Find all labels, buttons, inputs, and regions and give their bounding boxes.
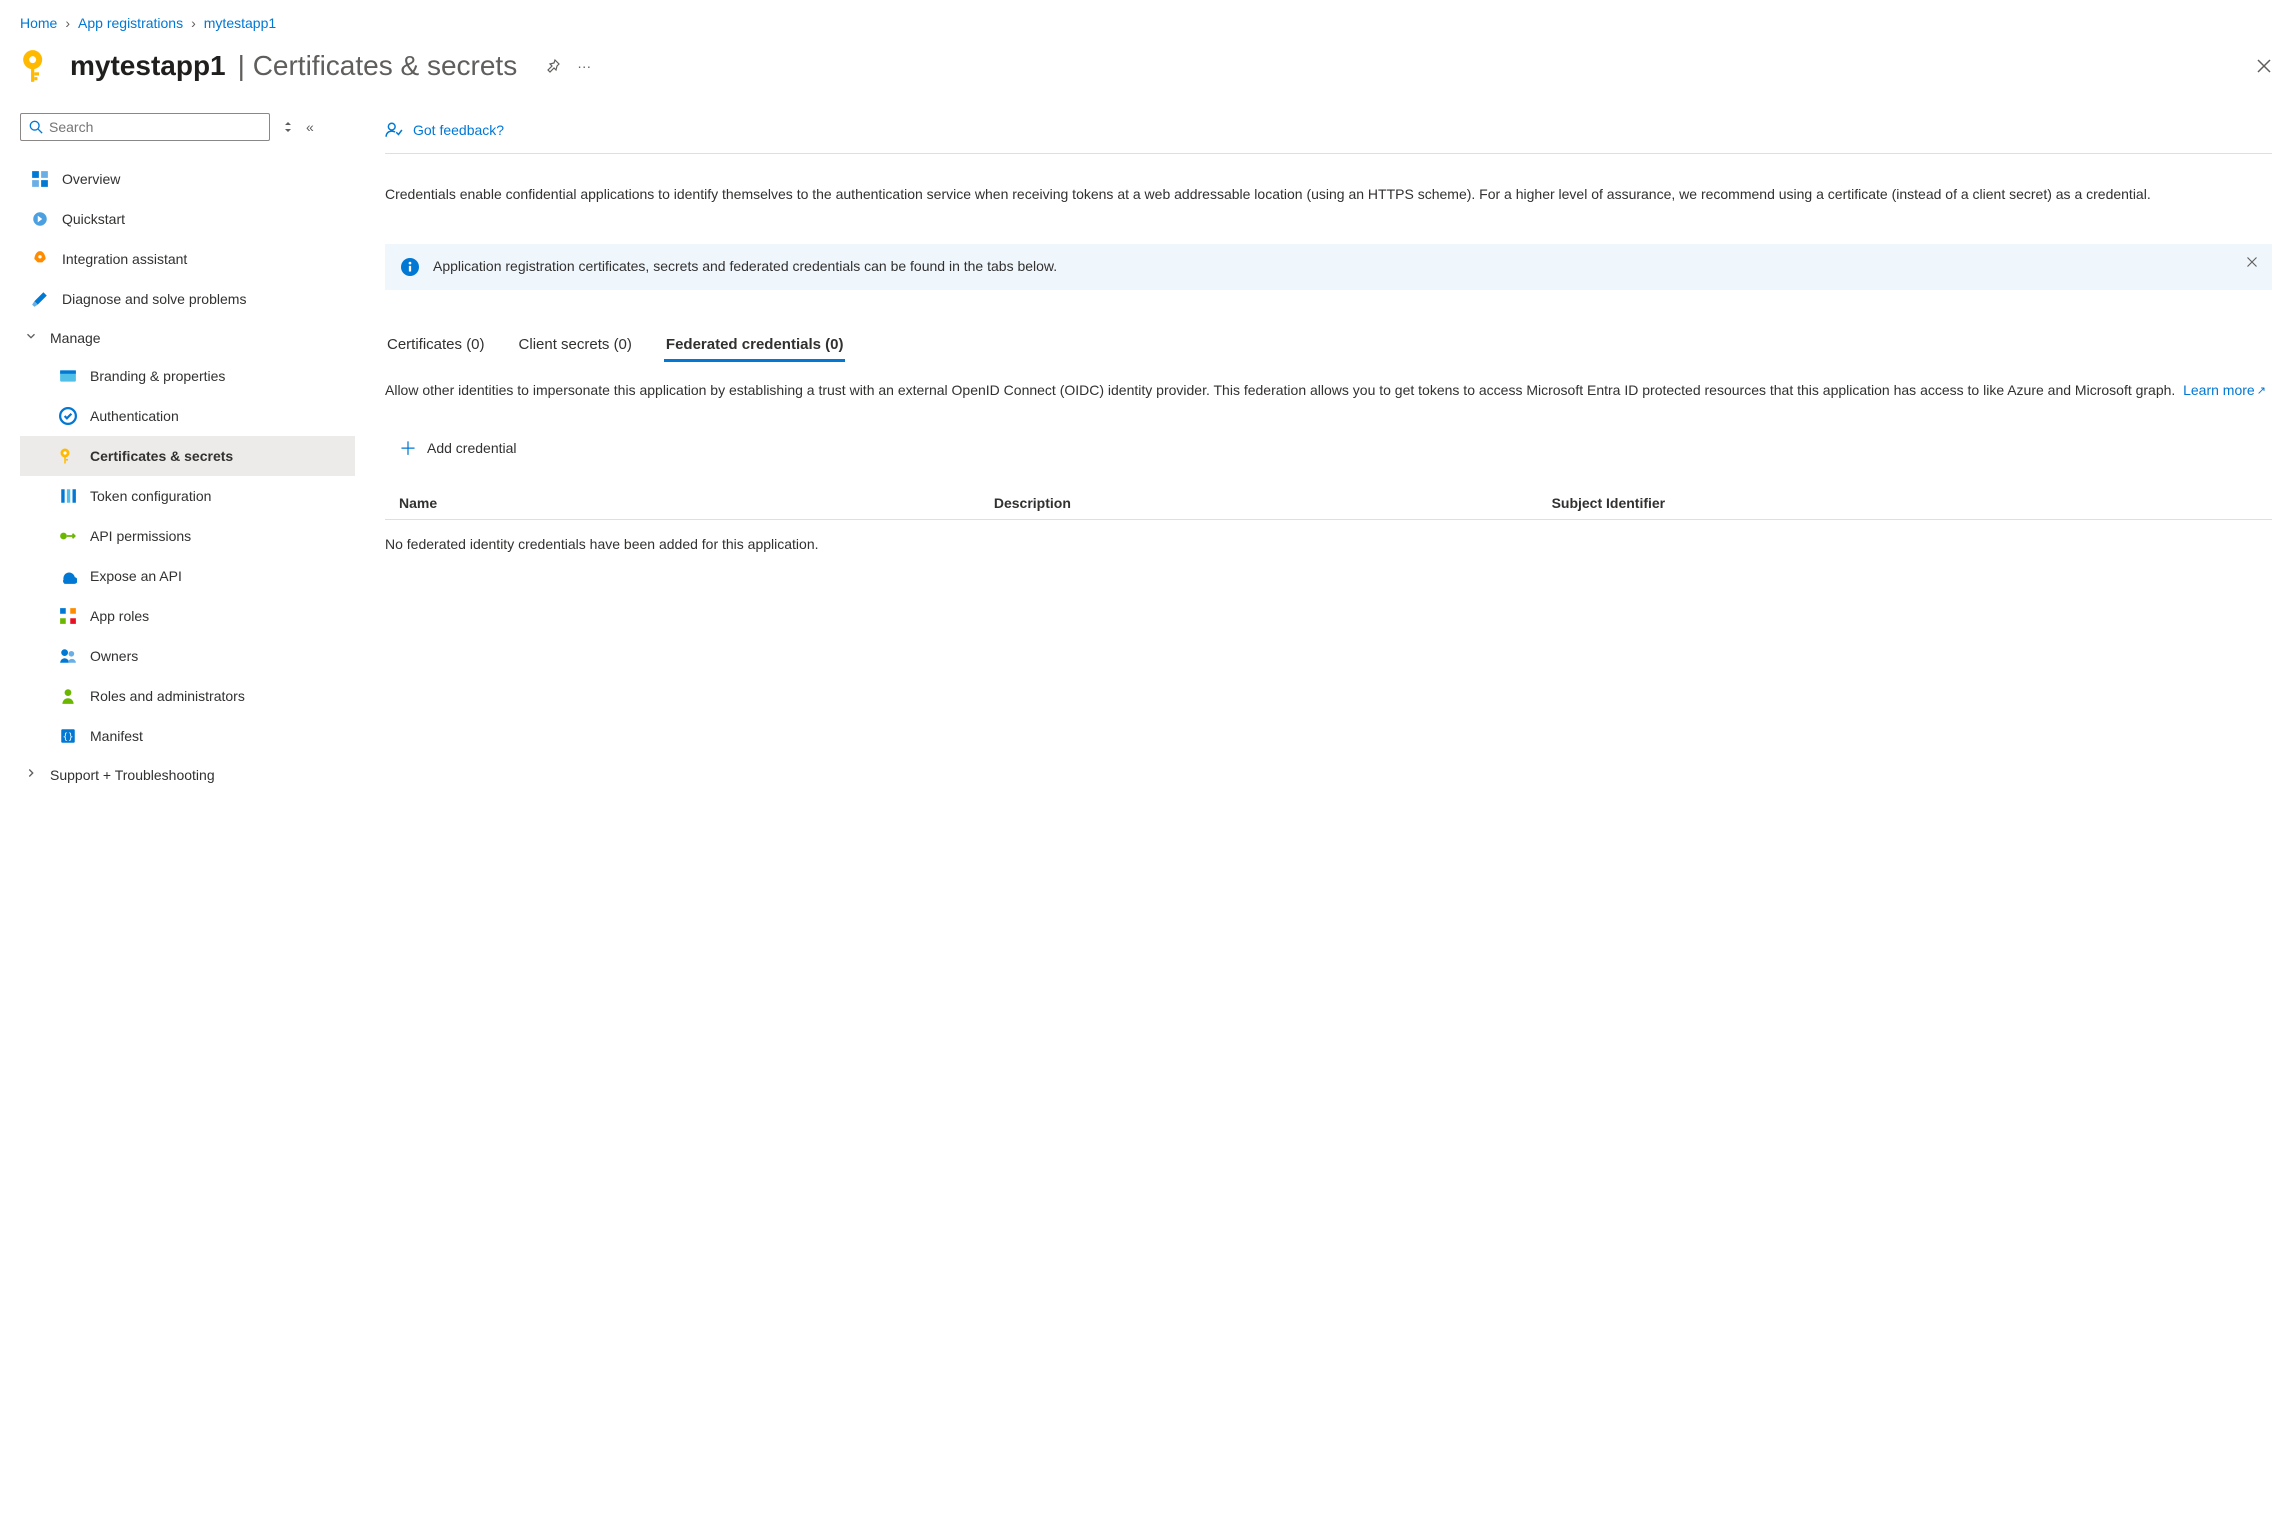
quickstart-icon	[30, 209, 50, 229]
sidebar-item-label: App roles	[90, 608, 149, 624]
column-name: Name	[399, 495, 994, 511]
wrench-icon	[30, 289, 50, 309]
search-icon	[29, 120, 43, 134]
sidebar-section-label: Support + Troubleshooting	[50, 767, 215, 783]
tab-certificates[interactable]: Certificates (0)	[385, 330, 487, 362]
token-icon	[58, 486, 78, 506]
sidebar-item-certificates-secrets[interactable]: Certificates & secrets	[20, 436, 355, 476]
close-icon[interactable]	[2256, 58, 2272, 74]
sidebar-item-label: API permissions	[90, 528, 191, 544]
api-permissions-icon	[58, 526, 78, 546]
key-icon	[20, 47, 58, 85]
app-name: mytestapp1	[70, 50, 226, 82]
dismiss-icon[interactable]	[2246, 256, 2258, 268]
sidebar-item-owners[interactable]: Owners	[20, 636, 355, 676]
sidebar-item-label: Integration assistant	[62, 251, 187, 267]
breadcrumb-app-registrations[interactable]: App registrations	[78, 15, 183, 31]
add-credential-button[interactable]: ＋ Add credential	[385, 425, 2272, 471]
sidebar-item-label: Token configuration	[90, 488, 211, 504]
key-icon	[58, 446, 78, 466]
sidebar-item-label: Diagnose and solve problems	[62, 291, 246, 307]
pin-icon[interactable]	[545, 58, 561, 74]
tab-client-secrets[interactable]: Client secrets (0)	[517, 330, 634, 362]
manifest-icon: {}	[58, 726, 78, 746]
sidebar-item-api-permissions[interactable]: API permissions	[20, 516, 355, 556]
sidebar-item-label: Overview	[62, 171, 120, 187]
empty-state-message: No federated identity credentials have b…	[385, 520, 2272, 568]
sidebar-item-quickstart[interactable]: Quickstart	[20, 199, 355, 239]
branding-icon	[58, 366, 78, 386]
collapse-icon[interactable]: «	[306, 119, 314, 135]
sidebar-item-integration-assistant[interactable]: Integration assistant	[20, 239, 355, 279]
sidebar-item-branding[interactable]: Branding & properties	[20, 356, 355, 396]
sidebar-item-token-configuration[interactable]: Token configuration	[20, 476, 355, 516]
roles-admin-icon	[58, 686, 78, 706]
svg-text:{}: {}	[63, 732, 74, 742]
more-icon[interactable]: ···	[577, 58, 591, 74]
sidebar-item-app-roles[interactable]: App roles	[20, 596, 355, 636]
app-roles-icon	[58, 606, 78, 626]
table-header: Name Description Subject Identifier	[385, 487, 2272, 520]
expand-icon[interactable]	[282, 119, 294, 135]
banner-text: Application registration certificates, s…	[433, 258, 2256, 274]
sidebar-item-label: Branding & properties	[90, 368, 225, 384]
tab-federated-credentials[interactable]: Federated credentials (0)	[664, 330, 846, 362]
breadcrumb-home[interactable]: Home	[20, 15, 57, 31]
sidebar-item-label: Expose an API	[90, 568, 182, 584]
external-link-icon: ↗	[2257, 385, 2266, 397]
sidebar-item-label: Roles and administrators	[90, 688, 245, 704]
chevron-right-icon: ›	[65, 15, 70, 31]
rocket-icon	[30, 249, 50, 269]
tabs: Certificates (0) Client secrets (0) Fede…	[385, 330, 2272, 362]
breadcrumb: Home › App registrations › mytestapp1	[20, 15, 2272, 31]
add-credential-label: Add credential	[427, 440, 517, 456]
page-header: mytestapp1 | Certificates & secrets ···	[20, 47, 2272, 85]
intro-text: Credentials enable confidential applicat…	[385, 184, 2272, 204]
sidebar-item-authentication[interactable]: Authentication	[20, 396, 355, 436]
sidebar-section-support[interactable]: Support + Troubleshooting	[20, 756, 355, 793]
column-description: Description	[994, 495, 1552, 511]
chevron-right-icon: ›	[191, 15, 196, 31]
sidebar-item-roles-administrators[interactable]: Roles and administrators	[20, 676, 355, 716]
tab-description: Allow other identities to impersonate th…	[385, 380, 2272, 400]
breadcrumb-current[interactable]: mytestapp1	[204, 15, 276, 31]
sidebar-section-label: Manage	[50, 330, 101, 346]
learn-more-link[interactable]: Learn more↗	[2183, 382, 2266, 398]
sidebar-item-label: Manifest	[90, 728, 143, 744]
sidebar-item-label: Quickstart	[62, 211, 125, 227]
sidebar-item-label: Certificates & secrets	[90, 448, 233, 464]
sidebar-item-label: Authentication	[90, 408, 179, 424]
column-subject: Subject Identifier	[1552, 495, 2258, 511]
chevron-down-icon	[24, 329, 38, 346]
authentication-icon	[58, 406, 78, 426]
feedback-label: Got feedback?	[413, 122, 504, 138]
sidebar-item-label: Owners	[90, 648, 138, 664]
sidebar-item-expose-api[interactable]: Expose an API	[20, 556, 355, 596]
page-title: | Certificates & secrets	[238, 50, 518, 82]
chevron-right-icon	[24, 766, 38, 783]
sidebar: « Overview Quickstart Integration assist…	[20, 113, 355, 793]
sidebar-section-manage[interactable]: Manage	[20, 319, 355, 356]
overview-icon	[30, 169, 50, 189]
feedback-link[interactable]: Got feedback?	[385, 113, 2272, 154]
expose-api-icon	[58, 566, 78, 586]
feedback-icon	[385, 121, 403, 139]
sidebar-item-manifest[interactable]: {} Manifest	[20, 716, 355, 756]
owners-icon	[58, 646, 78, 666]
info-banner: Application registration certificates, s…	[385, 244, 2272, 290]
plus-icon: ＋	[399, 435, 417, 461]
search-input-wrapper[interactable]	[20, 113, 270, 141]
info-icon	[401, 258, 419, 276]
sidebar-item-diagnose[interactable]: Diagnose and solve problems	[20, 279, 355, 319]
sidebar-item-overview[interactable]: Overview	[20, 159, 355, 199]
search-input[interactable]	[49, 119, 261, 135]
main-content: Got feedback? Credentials enable confide…	[385, 113, 2272, 793]
